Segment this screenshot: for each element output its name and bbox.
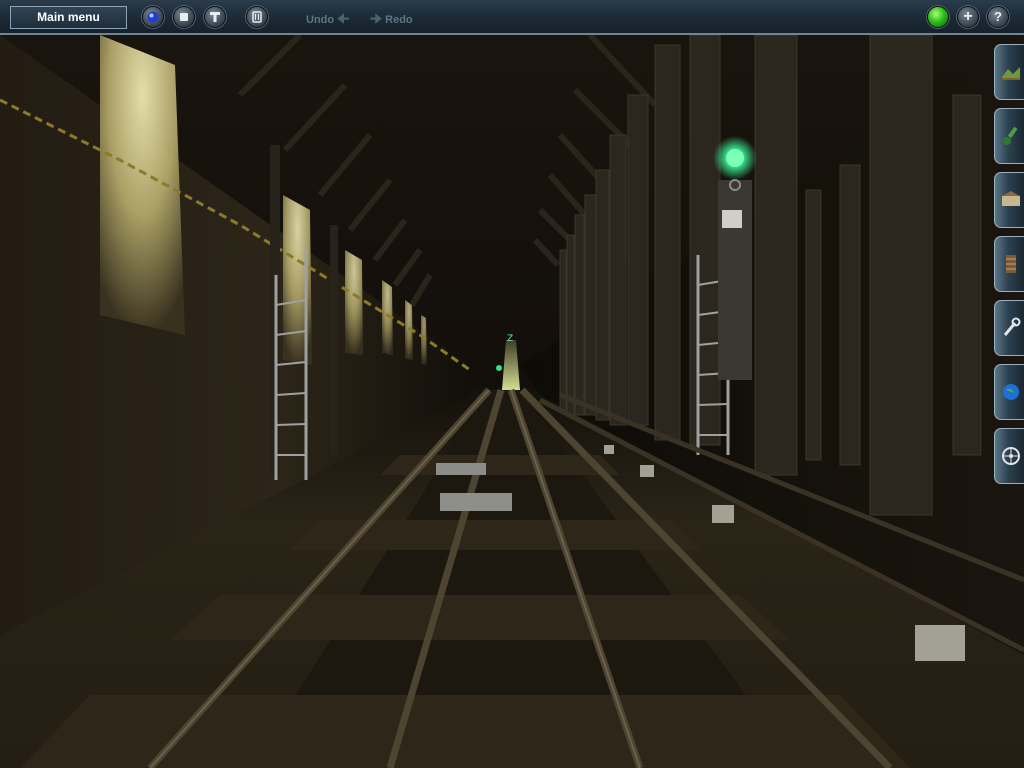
blue-globe-icon: [147, 11, 159, 23]
redo-button[interactable]: 🠊 Redo: [370, 10, 413, 32]
plus-icon: +: [963, 8, 973, 25]
objects-tool-tab[interactable]: [994, 172, 1024, 228]
objects-tool-icon: [1002, 191, 1020, 206]
terrain-tool-icon: [1002, 67, 1020, 80]
wrench-tool-tab[interactable]: [994, 300, 1024, 356]
trash-button[interactable]: [246, 6, 268, 28]
stop-button[interactable]: [173, 6, 195, 28]
globe-tool-icon: [1003, 384, 1019, 400]
help-button[interactable]: ?: [987, 6, 1009, 28]
tools-button[interactable]: [204, 6, 226, 28]
tunnel-scene: Z: [0, 35, 1024, 768]
paint-tool-tab[interactable]: [994, 108, 1024, 164]
stop-icon: [180, 13, 188, 21]
arrow-left-icon: 🠈: [337, 11, 350, 26]
top-toolbar: Main menu Undo 🠈 🠊 Redo + ?: [0, 0, 1024, 35]
undo-label: Undo: [306, 14, 335, 26]
settings-wheel-icon: [1002, 447, 1020, 465]
track-tool-tab[interactable]: [994, 236, 1024, 292]
tools-icon: [210, 12, 220, 22]
viewport-3d[interactable]: Z: [0, 35, 1024, 768]
wrench-tool-icon: [1003, 317, 1021, 336]
track-tool-icon: [1006, 255, 1016, 273]
paint-tool-icon: [1003, 126, 1018, 145]
status-light-icon[interactable]: [927, 6, 949, 28]
terrain-tool-tab[interactable]: [994, 44, 1024, 100]
add-button[interactable]: +: [957, 6, 979, 28]
settings-wheel-tab[interactable]: [994, 428, 1024, 484]
redo-label: Redo: [385, 14, 413, 26]
svg-text:Z: Z: [507, 334, 513, 344]
arrow-right-icon: 🠊: [370, 11, 383, 26]
blue-globe-button[interactable]: [142, 6, 164, 28]
help-icon: ?: [994, 9, 1002, 24]
trash-icon: [252, 11, 262, 23]
main-menu-button[interactable]: Main menu: [10, 6, 127, 29]
globe-tool-tab[interactable]: [994, 364, 1024, 420]
undo-button[interactable]: Undo 🠈: [306, 10, 349, 32]
